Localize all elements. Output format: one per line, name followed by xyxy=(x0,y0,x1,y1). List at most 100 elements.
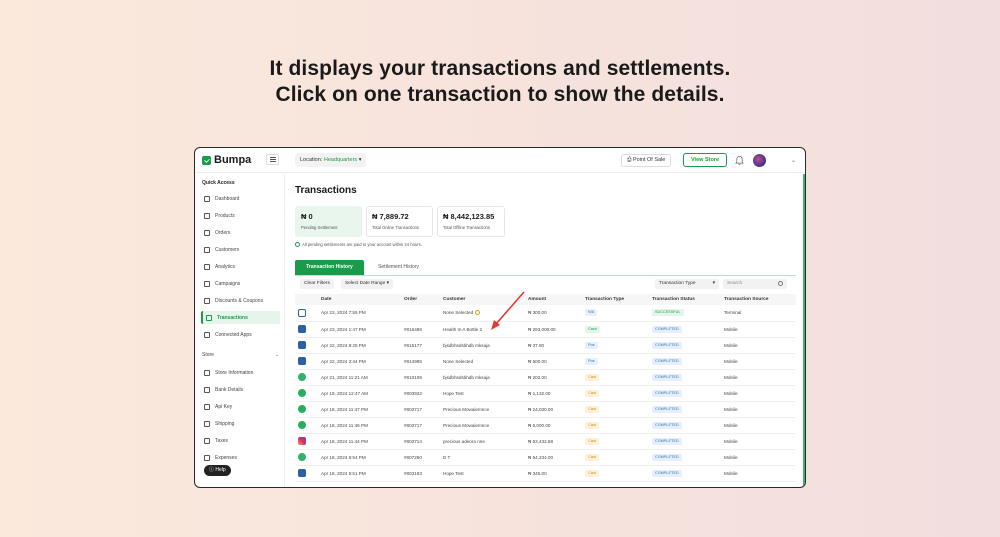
type-cell: Card xyxy=(582,417,649,434)
point-of-sale-button[interactable]: ⎙ Point Of Sale xyxy=(621,154,672,167)
type-cell: Card xyxy=(582,401,649,418)
customer-name: bjsdbhsdsbhdb mksaja xyxy=(443,374,490,380)
chevron-down-icon[interactable]: ⌄ xyxy=(791,157,796,164)
top-bar: Bumpa Location: Headquarters ▾ ⎙ Point O… xyxy=(195,148,805,173)
scrollbar[interactable] xyxy=(803,174,805,487)
sidebar-item-api-key[interactable]: Api Key xyxy=(201,400,280,413)
table-row[interactable]: Apr 21, 2024 11:21 AM #810108 bjsdbhsdsbhd… xyxy=(295,369,796,386)
table-row[interactable]: Apr 18, 2024 6:54 PM #807250 D T ₦ 54,234.0… xyxy=(295,449,796,466)
store-icon xyxy=(204,369,210,376)
location-label: Location: xyxy=(300,157,323,163)
sidebar-item-products[interactable]: Products xyxy=(201,209,280,222)
column-header xyxy=(295,294,318,305)
sidebar-item-label: Transactions xyxy=(217,314,248,321)
date-range-select[interactable]: Select Date Range ▾ xyxy=(341,279,394,289)
source-icon-cell xyxy=(295,449,318,466)
sidebar-item-dashboard[interactable]: Dashboard xyxy=(201,192,280,205)
table-row[interactable]: Apr 18, 2024 11:46 PM #803717 Precious Mow… xyxy=(295,417,796,434)
view-store-button[interactable]: View Store xyxy=(683,153,727,167)
source-cell: Mobile xyxy=(721,353,796,370)
truck-icon xyxy=(204,420,210,427)
stat-offline-transactions[interactable]: ₦ 8,442,123.85 Total Offline Transaction… xyxy=(437,206,505,237)
sidebar-item-label: Orders xyxy=(215,229,231,236)
clear-filters-button[interactable]: Clear Filters xyxy=(300,279,334,289)
table-row[interactable]: Apr 23, 2024 7:55 PM None Selected ₦ 300.0… xyxy=(295,305,796,322)
type-cell: Card xyxy=(582,369,649,386)
sidebar-item-analytics[interactable]: Analytics xyxy=(201,260,280,273)
status-badge: COMPLETED xyxy=(652,469,682,477)
location-select[interactable]: Location: Headquarters ▾ xyxy=(295,153,367,167)
table-row[interactable]: Apr 18, 2024 5:51 PM #803183 Hope Test ₦ 34… xyxy=(295,465,796,482)
customer-name: None Selected xyxy=(443,358,474,364)
table-row[interactable]: Apr 18, 2024 11:44 PM #803714 precious ade… xyxy=(295,433,796,450)
stat-online-transactions[interactable]: ₦ 7,889.72 Total Online Transactions xyxy=(366,206,433,237)
column-header: Transaction Status xyxy=(649,294,721,305)
sidebar-item-campaigns[interactable]: Campaigns xyxy=(201,277,280,290)
customer-name: bjsdbhsdsbhdb mksaja xyxy=(443,342,490,348)
tab-settlement-history[interactable]: Settlement History xyxy=(364,260,433,275)
sidebar-item-label: Analytics xyxy=(215,263,236,270)
tab-transaction-history[interactable]: Transaction History xyxy=(295,260,364,275)
sidebar-item-orders[interactable]: Orders xyxy=(201,226,280,239)
source-icon-cell xyxy=(295,401,318,418)
menu-toggle-button[interactable] xyxy=(266,154,279,165)
order-cell: #803717 xyxy=(401,401,440,418)
search-input[interactable]: Search xyxy=(723,279,787,289)
source-cell: Mobile xyxy=(721,369,796,386)
grid-icon xyxy=(204,195,210,202)
status-badge: COMPLETED xyxy=(652,373,682,381)
table-row[interactable]: Apr 22, 2024 2:44 PM #814985 None Selected… xyxy=(295,353,796,370)
table-row[interactable]: Apr 23, 2024 1:47 PM #816486 Health In A B… xyxy=(295,321,796,338)
order-cell: #803714 xyxy=(401,433,440,450)
sidebar-item-bank-details[interactable]: Bank Details xyxy=(201,383,280,396)
sidebar-item-connected-apps[interactable]: Connected Apps xyxy=(201,328,280,341)
source-cell: Mobile xyxy=(721,337,796,354)
logo[interactable]: Bumpa xyxy=(202,154,251,166)
help-button[interactable]: ⓘ Help xyxy=(204,465,231,476)
headline-line-2: Click on one transaction to show the det… xyxy=(275,83,725,106)
bumpa-app-icon xyxy=(298,373,306,381)
stat-label: Total Offline Transactions xyxy=(443,225,490,230)
sidebar-item-expenses[interactable]: Expenses xyxy=(201,451,280,464)
storefront-icon xyxy=(298,325,306,333)
sidebar-item-label: Products xyxy=(215,212,235,219)
sidebar-item-customers[interactable]: Customers xyxy=(201,243,280,256)
table-row[interactable]: Apr 18, 2024 11:47 PM #803717 Precious Mow… xyxy=(295,401,796,418)
customer-cell: Hope Test xyxy=(440,465,525,482)
storefront-icon xyxy=(298,341,306,349)
date-cell: Apr 22, 2024 2:44 PM xyxy=(318,353,401,370)
customer-cell: D T xyxy=(440,449,525,466)
source-icon-cell xyxy=(295,321,318,338)
date-cell: Apr 18, 2024 11:47 PM xyxy=(318,401,401,418)
storefront-icon xyxy=(298,469,306,477)
stat-pending-settlement[interactable]: ₦ 0 Pending Settlement xyxy=(295,206,362,237)
search-placeholder: Search xyxy=(727,281,743,286)
sidebar-item-discounts-coupons[interactable]: Discounts & Coupons xyxy=(201,294,280,307)
type-cell: N/A xyxy=(582,305,649,322)
customer-name: Hope Test xyxy=(443,390,464,396)
sidebar-item-shipping[interactable]: Shipping xyxy=(201,417,280,430)
status-cell: COMPLETED xyxy=(649,465,721,482)
transaction-type-select[interactable]: Transaction Type ▾ xyxy=(655,279,719,289)
type-badge: N/A xyxy=(585,309,598,317)
status-cell: COMPLETED xyxy=(649,449,721,466)
location-value: Headquarters xyxy=(323,157,358,163)
sidebar-item-store-information[interactable]: Store Information xyxy=(201,366,280,379)
filters-bar: Clear Filters Select Date Range ▾ Transa… xyxy=(295,276,796,293)
table-row[interactable]: Apr 22, 2024 8:25 PM #815177 bjsdbhsdsbhdb… xyxy=(295,337,796,354)
sidebar-item-taxes[interactable]: Taxes xyxy=(201,434,280,447)
date-cell: Apr 23, 2024 7:55 PM xyxy=(318,305,401,322)
chevron-down-icon[interactable]: ⌄ xyxy=(275,352,279,358)
type-badge: Card xyxy=(585,469,600,477)
order-cell: #807250 xyxy=(401,449,440,466)
type-badge: Card xyxy=(585,453,600,461)
avatar[interactable] xyxy=(753,154,766,167)
headline-line-1: It displays your transactions and settle… xyxy=(269,57,731,80)
table-row[interactable]: Apr 19, 2024 12:47 AM #803932 Hope Test ₦ 1… xyxy=(295,385,796,402)
bell-icon[interactable] xyxy=(735,155,744,165)
tabs: Transaction History Settlement History xyxy=(295,260,433,275)
column-header: Amount xyxy=(525,294,582,305)
whatsapp-icon xyxy=(298,421,306,429)
sidebar-item-transactions[interactable]: Transactions xyxy=(201,311,280,324)
source-cell: Mobile xyxy=(721,321,796,338)
